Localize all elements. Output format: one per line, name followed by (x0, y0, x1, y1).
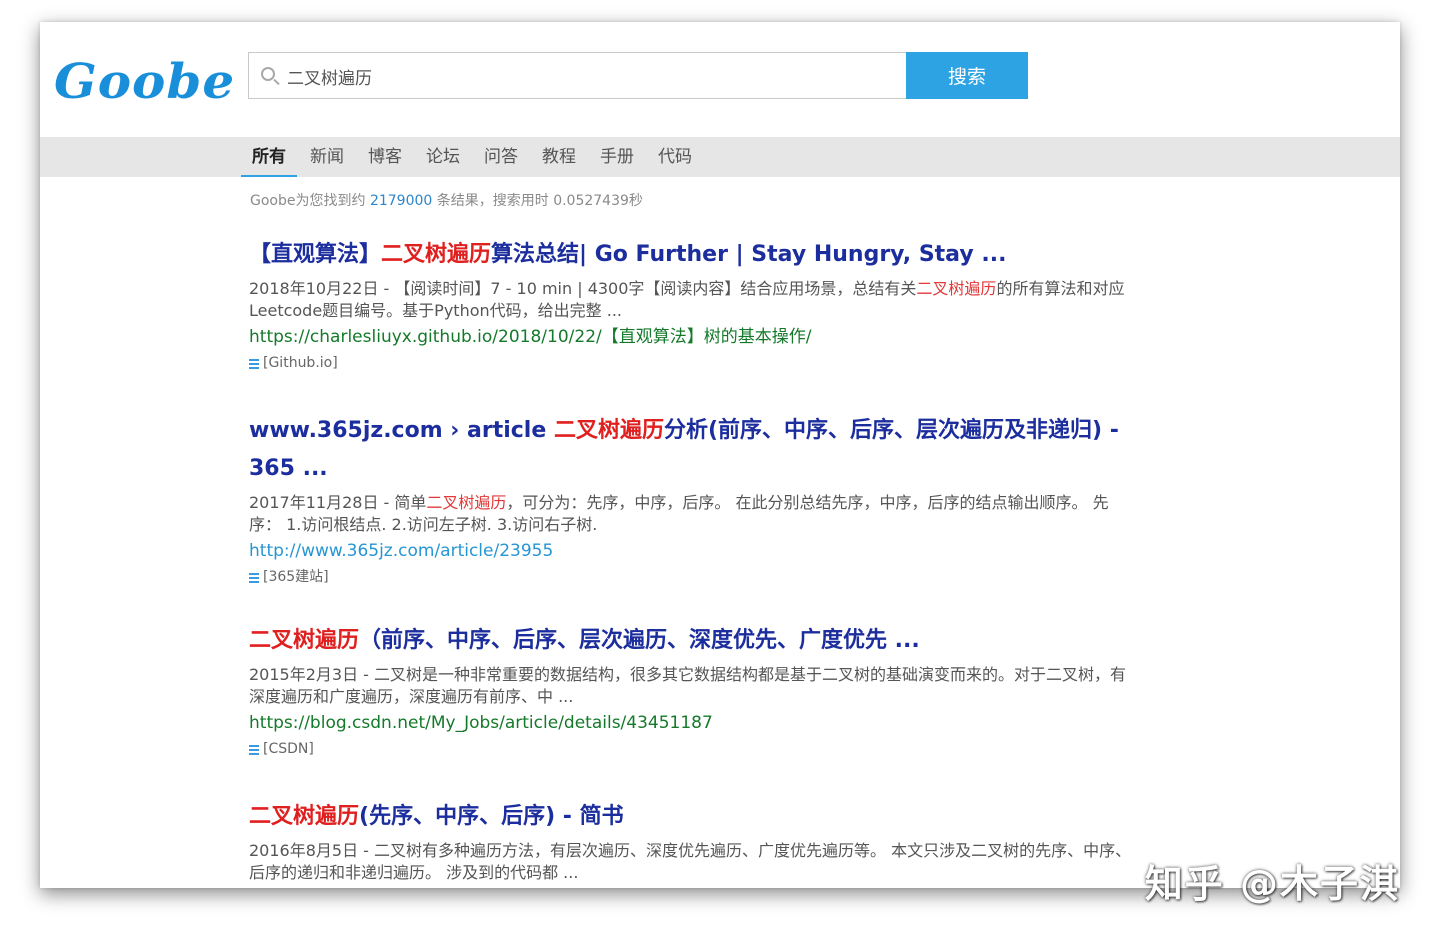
tab-forum[interactable]: 论坛 (426, 137, 460, 177)
browser-window: Goobe 搜索 所有 新闻 博客 论坛 问答 教程 手册 代码 Goobe为您… (40, 22, 1400, 888)
result-item: www.365jz.com › article 二叉树遍历分析(前序、中序、后序… (249, 412, 1149, 587)
result-url[interactable]: https://charlesliuyx.github.io/2018/10/2… (249, 324, 1149, 350)
result-title[interactable]: 【直观算法】二叉树遍历算法总结| Go Further | Stay Hungr… (249, 236, 1149, 274)
source-label: [365建站] (263, 569, 329, 585)
result-title[interactable]: 二叉树遍历（前序、中序、后序、层次遍历、深度优先、广度优先 ... (249, 622, 1149, 660)
list-icon (249, 743, 259, 755)
result-source: [365建站] (249, 567, 1149, 587)
stats-suffix: 条结果，搜索用时 0.0527439秒 (436, 193, 643, 209)
search-button[interactable]: 搜索 (906, 52, 1028, 99)
title-text: 【直观算法】 (249, 242, 382, 267)
tab-qa[interactable]: 问答 (484, 137, 518, 177)
snippet-text: 2016年8月5日 - 二叉树有多种遍历方法，有层次遍历、深度优先遍历、广度优先… (249, 841, 1132, 882)
tab-news[interactable]: 新闻 (310, 137, 344, 177)
result-item: 【直观算法】二叉树遍历算法总结| Go Further | Stay Hungr… (249, 236, 1149, 373)
tabs-bar: 所有 新闻 博客 论坛 问答 教程 手册 代码 (40, 137, 1400, 177)
list-icon (249, 357, 259, 369)
result-snippet: 2018年10月22日 - 【阅读时间】7 - 10 min | 4300字【阅… (249, 278, 1139, 322)
result-snippet: 2017年11月28日 - 简单二叉树遍历，可分为：先序，中序，后序。 在此分别… (249, 492, 1139, 536)
header: Goobe 搜索 (40, 22, 1400, 137)
stats-prefix: Goobe为您找到约 (250, 193, 366, 209)
title-text: （前序、中序、后序、层次遍历、深度优先、广度优先 ... (359, 628, 920, 653)
search-input[interactable] (287, 61, 887, 91)
tab-blog[interactable]: 博客 (368, 137, 402, 177)
title-highlight: 二叉树遍历 (249, 804, 360, 829)
tab-manual[interactable]: 手册 (600, 137, 634, 177)
snippet-text: 2017年11月28日 - 简单 (249, 493, 427, 512)
result-snippet: 2016年8月5日 - 二叉树有多种遍历方法，有层次遍历、深度优先遍历、广度优先… (249, 840, 1139, 884)
result-title[interactable]: 二叉树遍历(先序、中序、后序) - 简书 (249, 798, 1149, 836)
snippet-text: 2018年10月22日 - 【阅读时间】7 - 10 min | 4300字【阅… (249, 279, 917, 298)
result-item: 二叉树遍历（前序、中序、后序、层次遍历、深度优先、广度优先 ... 2015年2… (249, 622, 1149, 759)
search-icon (261, 67, 275, 81)
tab-code[interactable]: 代码 (658, 137, 692, 177)
result-item: 二叉树遍历(先序、中序、后序) - 简书 2016年8月5日 - 二叉树有多种遍… (249, 798, 1149, 884)
snippet-text: 2015年2月3日 - 二叉树是一种非常重要的数据结构，很多其它数据结构都是基于… (249, 665, 1127, 706)
result-snippet: 2015年2月3日 - 二叉树是一种非常重要的数据结构，很多其它数据结构都是基于… (249, 664, 1139, 708)
zhihu-watermark: 知乎 @木子淇 (1144, 862, 1400, 906)
source-label: [Github.io] (263, 355, 338, 371)
title-text: 算法总结| Go Further | Stay Hungry, Stay ... (491, 242, 1007, 267)
result-url[interactable]: https://blog.csdn.net/My_Jobs/article/de… (249, 710, 1149, 736)
result-url[interactable]: http://www.365jz.com/article/23955 (249, 538, 1149, 564)
list-icon (249, 571, 259, 583)
tab-all[interactable]: 所有 (241, 137, 297, 177)
title-highlight: 二叉树遍历 (381, 242, 492, 267)
result-stats: Goobe为您找到约 2179000 条结果，搜索用时 0.0527439秒 (250, 190, 643, 210)
title-text: www.365jz.com › article (249, 418, 554, 443)
title-text: (先序、中序、后序) - 简书 (359, 804, 624, 829)
snippet-highlight: 二叉树遍历 (426, 493, 507, 512)
stats-count: 2179000 (369, 193, 433, 209)
snippet-highlight: 二叉树遍历 (916, 279, 997, 298)
result-source: [CSDN] (249, 739, 1149, 759)
source-label: [CSDN] (263, 741, 314, 757)
tab-tutorial[interactable]: 教程 (542, 137, 576, 177)
goobe-logo[interactable]: Goobe (54, 53, 235, 109)
result-title[interactable]: www.365jz.com › article 二叉树遍历分析(前序、中序、后序… (249, 412, 1149, 488)
search-box[interactable] (248, 52, 906, 99)
title-highlight: 二叉树遍历 (553, 418, 664, 443)
title-highlight: 二叉树遍历 (249, 628, 360, 653)
tabs: 所有 新闻 博客 论坛 问答 教程 手册 代码 (241, 137, 716, 177)
result-source: [Github.io] (249, 353, 1149, 373)
